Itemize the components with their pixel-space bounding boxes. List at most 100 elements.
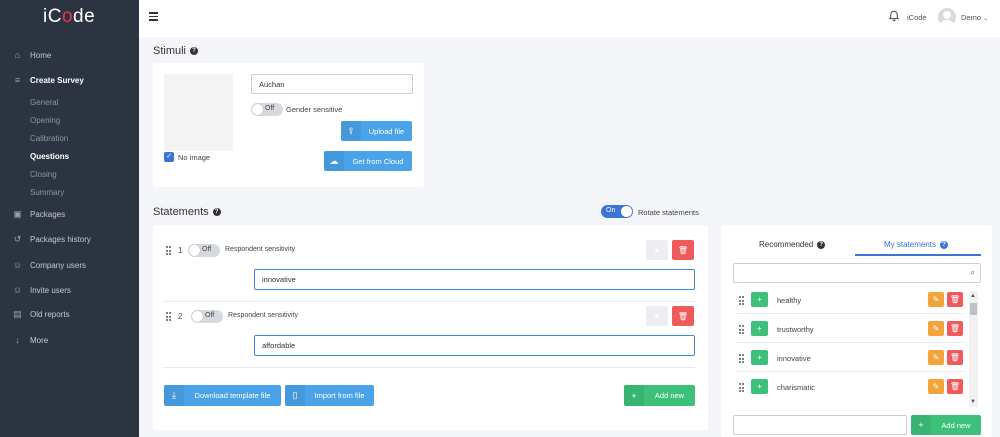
rotate-statements-label: Rotate statements [638, 208, 699, 217]
avatar[interactable] [938, 8, 956, 26]
statement-input[interactable]: innovative [254, 269, 695, 290]
lock-icon: 🔒︎ [654, 311, 660, 320]
edit-button[interactable]: ✎ [928, 350, 944, 365]
drag-handle-icon[interactable] [739, 296, 745, 305]
users-icon: ☺ [12, 260, 23, 270]
statements-card: 1 Off Respondent sensitivity 🔒︎ 🗑︎ innov… [153, 225, 708, 430]
library-item: + healthy ✎ 🗑︎ [735, 288, 965, 314]
sidebar-subitem-opening[interactable]: Opening [30, 116, 60, 125]
sidebar-subitem-closing[interactable]: Closing [30, 170, 57, 179]
library-item-label: trustworthy [777, 325, 814, 334]
statement-input[interactable]: affordable [254, 335, 695, 356]
sidebar: iCode ⌂ Home ≡ Create Survey General Ope… [0, 0, 139, 437]
library-add-new-button[interactable]: + Add new [911, 415, 981, 435]
respondent-sensitivity-label: Respondent sensitivity [225, 246, 296, 253]
rotate-statements-toggle[interactable]: On [601, 205, 633, 218]
stimulus-name-input[interactable]: Auchan [251, 74, 413, 94]
pencil-icon: ✎ [932, 353, 940, 362]
sidebar-item-label: More [30, 335, 49, 345]
no-image-checkbox[interactable]: ✓ [164, 152, 174, 162]
trash-icon: 🗑︎ [949, 295, 961, 304]
respondent-sensitivity-toggle[interactable]: Off [188, 244, 220, 257]
help-icon[interactable]: ? [817, 240, 826, 249]
add-to-statements-button[interactable]: + [751, 350, 768, 365]
sidebar-item-old-reports[interactable]: ▤ Old reports [0, 306, 139, 322]
scrollbar[interactable]: ▲ ▼ [969, 291, 978, 407]
drag-handle-icon[interactable] [166, 312, 172, 321]
download-icon: ⤓ [164, 385, 184, 406]
sidebar-subitem-questions[interactable]: Questions [30, 152, 69, 161]
delete-button[interactable]: 🗑︎ [947, 321, 963, 336]
scroll-down-arrow-icon[interactable]: ▼ [970, 399, 976, 405]
upload-file-button[interactable]: ⇪ Upload file [341, 121, 412, 141]
get-from-cloud-button[interactable]: ☁ Get from Cloud [324, 151, 412, 171]
trash-icon: 🗑︎ [677, 311, 689, 321]
tab-recommended[interactable]: Recommended? [759, 240, 826, 249]
edit-button[interactable]: ✎ [928, 321, 944, 336]
import-from-file-button[interactable]: ▯ Import from file [285, 385, 374, 406]
scrollbar-thumb[interactable] [970, 303, 977, 315]
file-icon: ▯ [285, 385, 305, 406]
user-plus-icon: ☺ [12, 285, 23, 295]
user-menu[interactable]: Demo ⌄ [961, 13, 988, 22]
cloud-icon: ☁ [324, 151, 344, 171]
pencil-icon: ✎ [932, 295, 940, 304]
plus-icon: + [757, 324, 762, 333]
list-edit-icon: ≡ [14, 75, 21, 85]
sidebar-item-packages[interactable]: ▣ Packages [0, 206, 139, 222]
edit-button[interactable]: ✎ [928, 379, 944, 394]
sidebar-item-packages-history[interactable]: ↺ Packages history [0, 231, 139, 247]
trash-icon: 🗑︎ [949, 324, 961, 333]
drag-handle-icon[interactable] [166, 246, 172, 255]
sidebar-subitem-calibration[interactable]: Calibration [30, 134, 68, 143]
add-to-statements-button[interactable]: + [751, 292, 768, 307]
sidebar-item-company-users[interactable]: ☺ Company users [0, 257, 139, 273]
menu-toggle-icon[interactable] [149, 12, 158, 21]
help-icon[interactable]: ? [212, 208, 221, 217]
drag-handle-icon[interactable] [739, 383, 745, 392]
add-to-statements-button[interactable]: + [751, 379, 768, 394]
bell-icon[interactable] [888, 10, 900, 22]
help-icon[interactable]: ? [190, 47, 199, 56]
app-logo[interactable]: iCode [43, 6, 95, 28]
divider [163, 301, 695, 302]
plus-icon: + [911, 415, 931, 435]
sidebar-subitem-summary[interactable]: Summary [30, 188, 64, 197]
sidebar-item-label: Create Survey [30, 75, 84, 85]
drag-handle-icon[interactable] [739, 325, 745, 334]
sidebar-item-create-survey[interactable]: ≡ Create Survey [0, 72, 139, 88]
sidebar-item-home[interactable]: ⌂ Home [0, 47, 139, 63]
delete-button[interactable]: 🗑︎ [947, 379, 963, 394]
scroll-up-arrow-icon[interactable]: ▲ [970, 293, 976, 299]
lock-button[interactable]: 🔒︎ [646, 306, 668, 326]
gender-sensitive-toggle[interactable]: Off [251, 103, 283, 116]
tab-my-statements[interactable]: My statements? [884, 240, 949, 249]
help-icon[interactable]: ? [940, 240, 949, 249]
sidebar-item-invite-users[interactable]: ☺ Invite users [0, 282, 139, 298]
delete-button[interactable]: 🗑︎ [672, 240, 694, 260]
sidebar-item-more[interactable]: ↓ More [0, 332, 139, 348]
edit-button[interactable]: ✎ [928, 292, 944, 307]
drag-handle-icon[interactable] [739, 354, 745, 363]
new-statement-input[interactable] [733, 415, 907, 435]
sidebar-item-label: Company users [30, 260, 87, 270]
sidebar-item-label: Packages [30, 209, 66, 219]
trash-icon: 🗑︎ [949, 353, 961, 362]
respondent-sensitivity-label: Respondent sensitivity [228, 312, 299, 319]
add-to-statements-button[interactable]: + [751, 321, 768, 336]
sidebar-subitem-general[interactable]: General [30, 98, 58, 107]
respondent-sensitivity-toggle[interactable]: Off [191, 310, 223, 323]
delete-button[interactable]: 🗑︎ [947, 350, 963, 365]
delete-button[interactable]: 🗑︎ [672, 306, 694, 326]
delete-button[interactable]: 🗑︎ [947, 292, 963, 307]
arrow-down-icon: ↓ [15, 335, 20, 345]
library-search-input[interactable]: ⌕ [733, 263, 981, 283]
home-icon: ⌂ [14, 50, 21, 60]
statements-title: Statements? [153, 206, 221, 218]
lock-button[interactable]: 🔒︎ [646, 240, 668, 260]
plus-icon: + [757, 382, 762, 391]
add-new-statement-button[interactable]: + Add new [624, 385, 695, 406]
download-template-button[interactable]: ⤓ Download template file [164, 385, 281, 406]
statement-number: 2 [178, 312, 183, 321]
sidebar-item-label: Packages history [30, 234, 91, 244]
